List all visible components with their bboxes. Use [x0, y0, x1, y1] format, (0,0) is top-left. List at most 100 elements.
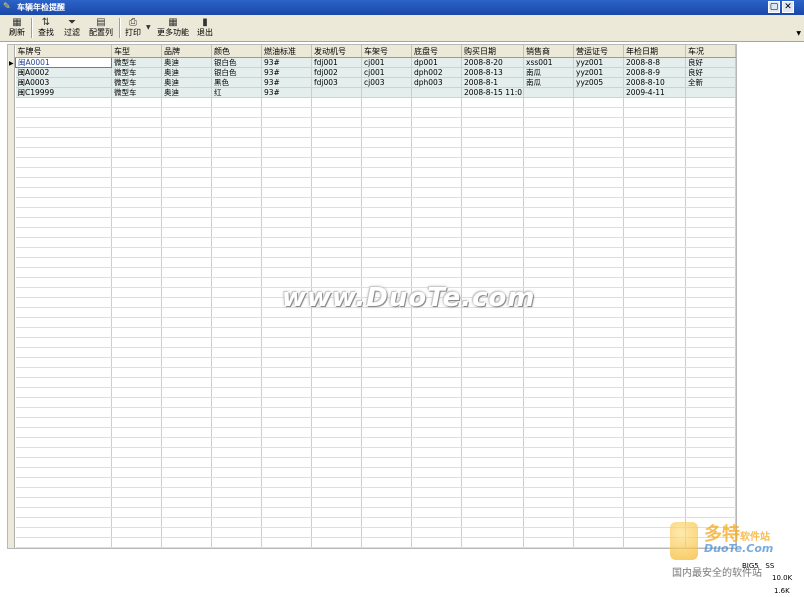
empty-cell[interactable] — [623, 97, 686, 108]
empty-cell[interactable] — [623, 357, 686, 368]
empty-cell[interactable] — [573, 527, 624, 538]
empty-cell[interactable] — [411, 157, 462, 168]
empty-cell[interactable] — [523, 437, 574, 448]
empty-cell[interactable] — [161, 147, 212, 158]
empty-cell[interactable] — [411, 177, 462, 188]
empty-cell[interactable] — [261, 267, 312, 278]
empty-cell[interactable] — [261, 177, 312, 188]
empty-cell[interactable] — [623, 167, 686, 178]
empty-cell[interactable] — [111, 367, 162, 378]
empty-cell[interactable] — [461, 157, 524, 168]
empty-cell[interactable] — [461, 237, 524, 248]
empty-cell[interactable] — [623, 487, 686, 498]
empty-cell[interactable] — [573, 387, 624, 398]
empty-row[interactable] — [15, 407, 736, 418]
empty-cell[interactable] — [311, 237, 362, 248]
empty-cell[interactable] — [685, 437, 736, 448]
empty-cell[interactable] — [161, 387, 212, 398]
empty-cell[interactable] — [361, 517, 412, 528]
empty-cell[interactable] — [15, 217, 112, 228]
table-cell[interactable]: 闽A0002 — [15, 67, 112, 78]
empty-cell[interactable] — [361, 337, 412, 348]
empty-cell[interactable] — [461, 467, 524, 478]
column-header[interactable]: 年检日期 — [623, 45, 686, 58]
config-columns-button[interactable]: ▤ 配置列 — [86, 17, 116, 39]
empty-cell[interactable] — [573, 407, 624, 418]
column-header[interactable]: 车架号 — [361, 45, 412, 58]
empty-cell[interactable] — [623, 127, 686, 138]
empty-cell[interactable] — [623, 147, 686, 158]
table-cell[interactable]: 全新 — [685, 77, 736, 88]
empty-cell[interactable] — [523, 527, 574, 538]
empty-cell[interactable] — [361, 467, 412, 478]
empty-cell[interactable] — [15, 347, 112, 358]
empty-cell[interactable] — [461, 517, 524, 528]
empty-cell[interactable] — [523, 377, 574, 388]
empty-cell[interactable] — [161, 427, 212, 438]
empty-cell[interactable] — [161, 127, 212, 138]
empty-cell[interactable] — [111, 97, 162, 108]
empty-cell[interactable] — [461, 387, 524, 398]
empty-cell[interactable] — [311, 157, 362, 168]
empty-cell[interactable] — [261, 327, 312, 338]
empty-cell[interactable] — [111, 497, 162, 508]
empty-cell[interactable] — [111, 347, 162, 358]
empty-cell[interactable] — [685, 147, 736, 158]
column-header[interactable]: 品牌 — [161, 45, 212, 58]
empty-cell[interactable] — [311, 327, 362, 338]
empty-cell[interactable] — [573, 157, 624, 168]
empty-cell[interactable] — [573, 477, 624, 488]
empty-cell[interactable] — [261, 507, 312, 518]
table-cell[interactable]: 奥迪 — [161, 87, 212, 98]
empty-cell[interactable] — [211, 527, 262, 538]
empty-cell[interactable] — [523, 457, 574, 468]
empty-cell[interactable] — [623, 107, 686, 118]
empty-cell[interactable] — [161, 117, 212, 128]
empty-cell[interactable] — [685, 187, 736, 198]
column-header[interactable]: 发动机号 — [311, 45, 362, 58]
empty-row[interactable] — [15, 357, 736, 368]
empty-cell[interactable] — [311, 247, 362, 258]
empty-row[interactable] — [15, 217, 736, 228]
empty-cell[interactable] — [623, 507, 686, 518]
empty-cell[interactable] — [573, 377, 624, 388]
empty-cell[interactable] — [623, 157, 686, 168]
empty-cell[interactable] — [523, 357, 574, 368]
empty-cell[interactable] — [361, 137, 412, 148]
empty-cell[interactable] — [411, 107, 462, 118]
table-cell[interactable]: fdj002 — [311, 67, 362, 78]
close-button[interactable]: ✕ — [782, 1, 794, 13]
empty-row[interactable] — [15, 167, 736, 178]
empty-cell[interactable] — [311, 147, 362, 158]
empty-cell[interactable] — [411, 97, 462, 108]
empty-cell[interactable] — [261, 117, 312, 128]
empty-cell[interactable] — [573, 317, 624, 328]
empty-cell[interactable] — [261, 397, 312, 408]
empty-cell[interactable] — [461, 227, 524, 238]
empty-cell[interactable] — [15, 497, 112, 508]
empty-cell[interactable] — [461, 377, 524, 388]
empty-cell[interactable] — [161, 497, 212, 508]
empty-cell[interactable] — [461, 477, 524, 488]
empty-cell[interactable] — [523, 477, 574, 488]
empty-cell[interactable] — [261, 467, 312, 478]
empty-cell[interactable] — [361, 267, 412, 278]
empty-cell[interactable] — [623, 397, 686, 408]
empty-cell[interactable] — [211, 377, 262, 388]
empty-cell[interactable] — [685, 337, 736, 348]
empty-cell[interactable] — [161, 527, 212, 538]
empty-cell[interactable] — [15, 167, 112, 178]
empty-cell[interactable] — [15, 317, 112, 328]
empty-cell[interactable] — [411, 327, 462, 338]
empty-cell[interactable] — [573, 427, 624, 438]
table-cell[interactable]: 银白色 — [211, 67, 262, 78]
empty-cell[interactable] — [161, 207, 212, 218]
table-cell[interactable]: 闽A0003 — [15, 77, 112, 88]
table-cell[interactable] — [411, 87, 462, 98]
empty-cell[interactable] — [411, 197, 462, 208]
empty-cell[interactable] — [411, 357, 462, 368]
empty-row[interactable] — [15, 187, 736, 198]
empty-cell[interactable] — [461, 147, 524, 158]
exit-button[interactable]: ▮ 退出 — [194, 17, 216, 39]
empty-cell[interactable] — [211, 207, 262, 218]
